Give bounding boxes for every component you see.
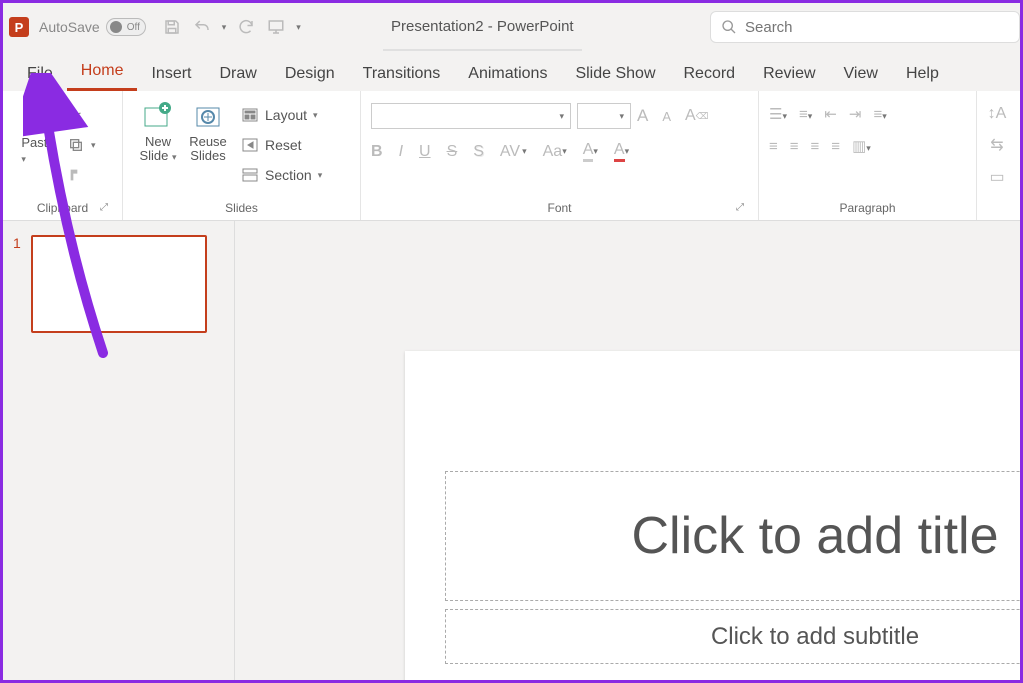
grow-font-button[interactable]: A — [637, 106, 648, 126]
tab-design[interactable]: Design — [271, 57, 349, 91]
paste-icon — [22, 101, 54, 133]
group-paragraph: ☰▾ ≡▾ ⇤ ⇥ ≡▾ ≡ ≡ ≡ ≡ ▥▾ Paragraph — [759, 91, 977, 220]
change-case-button[interactable]: Aa▾ — [543, 143, 567, 161]
font-family-combo[interactable]: ▾ — [371, 103, 571, 129]
font-color-button[interactable]: A▾ — [614, 141, 629, 162]
group-font: ▾ ▾ A A A⌫ B I U S SS AV▾ Aa▾ A▾ — [361, 91, 759, 220]
text-direction-button[interactable]: ↕A — [988, 105, 1007, 123]
columns-button[interactable]: ▥▾ — [852, 137, 871, 155]
reset-button[interactable]: Reset — [241, 133, 322, 157]
toggle-knob — [110, 21, 122, 33]
paste-label: Paste▾ — [21, 135, 54, 165]
tab-transitions[interactable]: Transitions — [349, 57, 455, 91]
font-size-combo[interactable]: ▾ — [577, 103, 631, 129]
reuse-slides-button[interactable]: Reuse Slides — [183, 97, 233, 164]
layout-button[interactable]: Layout ▾ — [241, 103, 322, 127]
tab-review[interactable]: Review — [749, 57, 829, 91]
character-spacing-button[interactable]: AV▾ — [500, 143, 527, 161]
reuse-slides-icon — [192, 101, 224, 133]
group-paragraph-label: Paragraph — [769, 198, 966, 218]
strikethrough-button[interactable]: S — [447, 143, 458, 161]
align-left-button[interactable]: ≡ — [769, 138, 778, 155]
redo-icon[interactable] — [236, 17, 256, 37]
copy-button[interactable]: ▾ — [67, 133, 96, 157]
autosave-control[interactable]: AutoSave Off — [39, 18, 146, 36]
undo-icon[interactable] — [192, 17, 212, 37]
tab-insert[interactable]: Insert — [137, 57, 205, 91]
slide-canvas[interactable]: Click to add title Click to add subtitle — [235, 221, 1020, 680]
subtitle-placeholder[interactable]: Click to add subtitle — [445, 609, 1020, 664]
search-icon — [721, 19, 737, 35]
highlight-button[interactable]: A▾ — [583, 141, 598, 162]
title-bar: P AutoSave Off ▾ ▾ Presentation2 - — [3, 3, 1020, 51]
underline-button[interactable]: U — [419, 143, 431, 161]
group-edge: ↕A ⇆ ▭ — [977, 91, 1017, 220]
align-right-button[interactable]: ≡ — [811, 138, 820, 155]
align-center-button[interactable]: ≡ — [790, 138, 799, 155]
paste-button[interactable]: Paste▾ — [13, 97, 63, 165]
quick-access-toolbar: ▾ ▾ — [162, 17, 301, 37]
decrease-indent-button[interactable]: ⇤ — [824, 105, 837, 123]
shrink-font-button[interactable]: A — [662, 109, 671, 124]
line-spacing-button[interactable]: ≡▾ — [873, 106, 886, 123]
clipboard-launcher-icon[interactable]: ⤢ — [98, 202, 110, 214]
document-title: Presentation2 - PowerPoint — [383, 3, 582, 51]
section-icon — [241, 166, 259, 184]
new-slide-label: New Slide ▾ — [133, 135, 183, 164]
new-slide-button[interactable]: New Slide ▾ — [133, 97, 183, 164]
tab-help[interactable]: Help — [892, 57, 953, 91]
clear-formatting-button[interactable]: A⌫ — [685, 107, 708, 125]
app-icon: P — [9, 17, 29, 37]
tab-file[interactable]: File — [13, 57, 67, 91]
undo-dropdown-icon[interactable]: ▾ — [222, 22, 227, 33]
toggle-off-text: Off — [127, 22, 140, 33]
save-icon[interactable] — [162, 17, 182, 37]
group-slides: New Slide ▾ Reuse Slides Layout ▾ Reset … — [123, 91, 361, 220]
copy-icon — [67, 136, 85, 154]
search-box[interactable] — [710, 11, 1020, 43]
autosave-label: AutoSave — [39, 19, 100, 35]
numbering-button[interactable]: ≡▾ — [799, 106, 812, 123]
tab-animations[interactable]: Animations — [454, 57, 561, 91]
reset-icon — [241, 136, 259, 154]
autosave-toggle[interactable]: Off — [106, 18, 146, 36]
work-area: 1 Click to add title Click to add subtit… — [3, 221, 1020, 680]
tab-slide-show[interactable]: Slide Show — [561, 57, 669, 91]
group-clipboard: Paste▾ ✂ ▾ Clipboard⤢ — [3, 91, 123, 220]
tab-record[interactable]: Record — [670, 57, 750, 91]
increase-indent-button[interactable]: ⇥ — [849, 105, 862, 123]
format-painter-icon — [67, 166, 85, 184]
tab-draw[interactable]: Draw — [205, 57, 270, 91]
reuse-slides-label: Reuse Slides — [183, 135, 233, 164]
align-text-button[interactable]: ⇆ — [990, 135, 1003, 155]
tab-view[interactable]: View — [830, 57, 892, 91]
tab-home[interactable]: Home — [67, 54, 138, 91]
bold-button[interactable]: B — [371, 143, 383, 161]
slide-thumbnails-panel[interactable]: 1 — [3, 221, 235, 680]
slide-thumbnail-1[interactable] — [31, 235, 207, 333]
bullets-button[interactable]: ☰▾ — [769, 105, 787, 123]
ribbon: Paste▾ ✂ ▾ Clipboard⤢ New Slide ▾ — [3, 91, 1020, 221]
qat-customize-icon[interactable]: ▾ — [296, 22, 301, 33]
text-shadow-button[interactable]: SS — [473, 143, 484, 161]
cut-icon: ✂ — [67, 106, 85, 124]
justify-button[interactable]: ≡ — [831, 138, 840, 155]
section-button[interactable]: Section ▾ — [241, 163, 322, 187]
thumb-number: 1 — [13, 235, 21, 333]
format-painter-button[interactable] — [67, 163, 96, 187]
italic-button[interactable]: I — [399, 143, 403, 161]
group-font-label: Font⤢ — [371, 198, 748, 218]
ribbon-tabs: File Home Insert Draw Design Transitions… — [3, 51, 1020, 91]
cut-button[interactable]: ✂ — [67, 103, 96, 127]
search-input[interactable] — [745, 19, 1009, 36]
layout-icon — [241, 106, 259, 124]
font-launcher-icon[interactable]: ⤢ — [734, 202, 746, 214]
title-placeholder[interactable]: Click to add title — [445, 471, 1020, 601]
slide[interactable]: Click to add title Click to add subtitle — [405, 351, 1020, 680]
group-clipboard-label: Clipboard⤢ — [13, 198, 112, 218]
group-slides-label: Slides — [133, 198, 350, 218]
present-icon[interactable] — [266, 17, 286, 37]
smartart-button[interactable]: ▭ — [989, 167, 1004, 187]
new-slide-icon — [142, 101, 174, 133]
